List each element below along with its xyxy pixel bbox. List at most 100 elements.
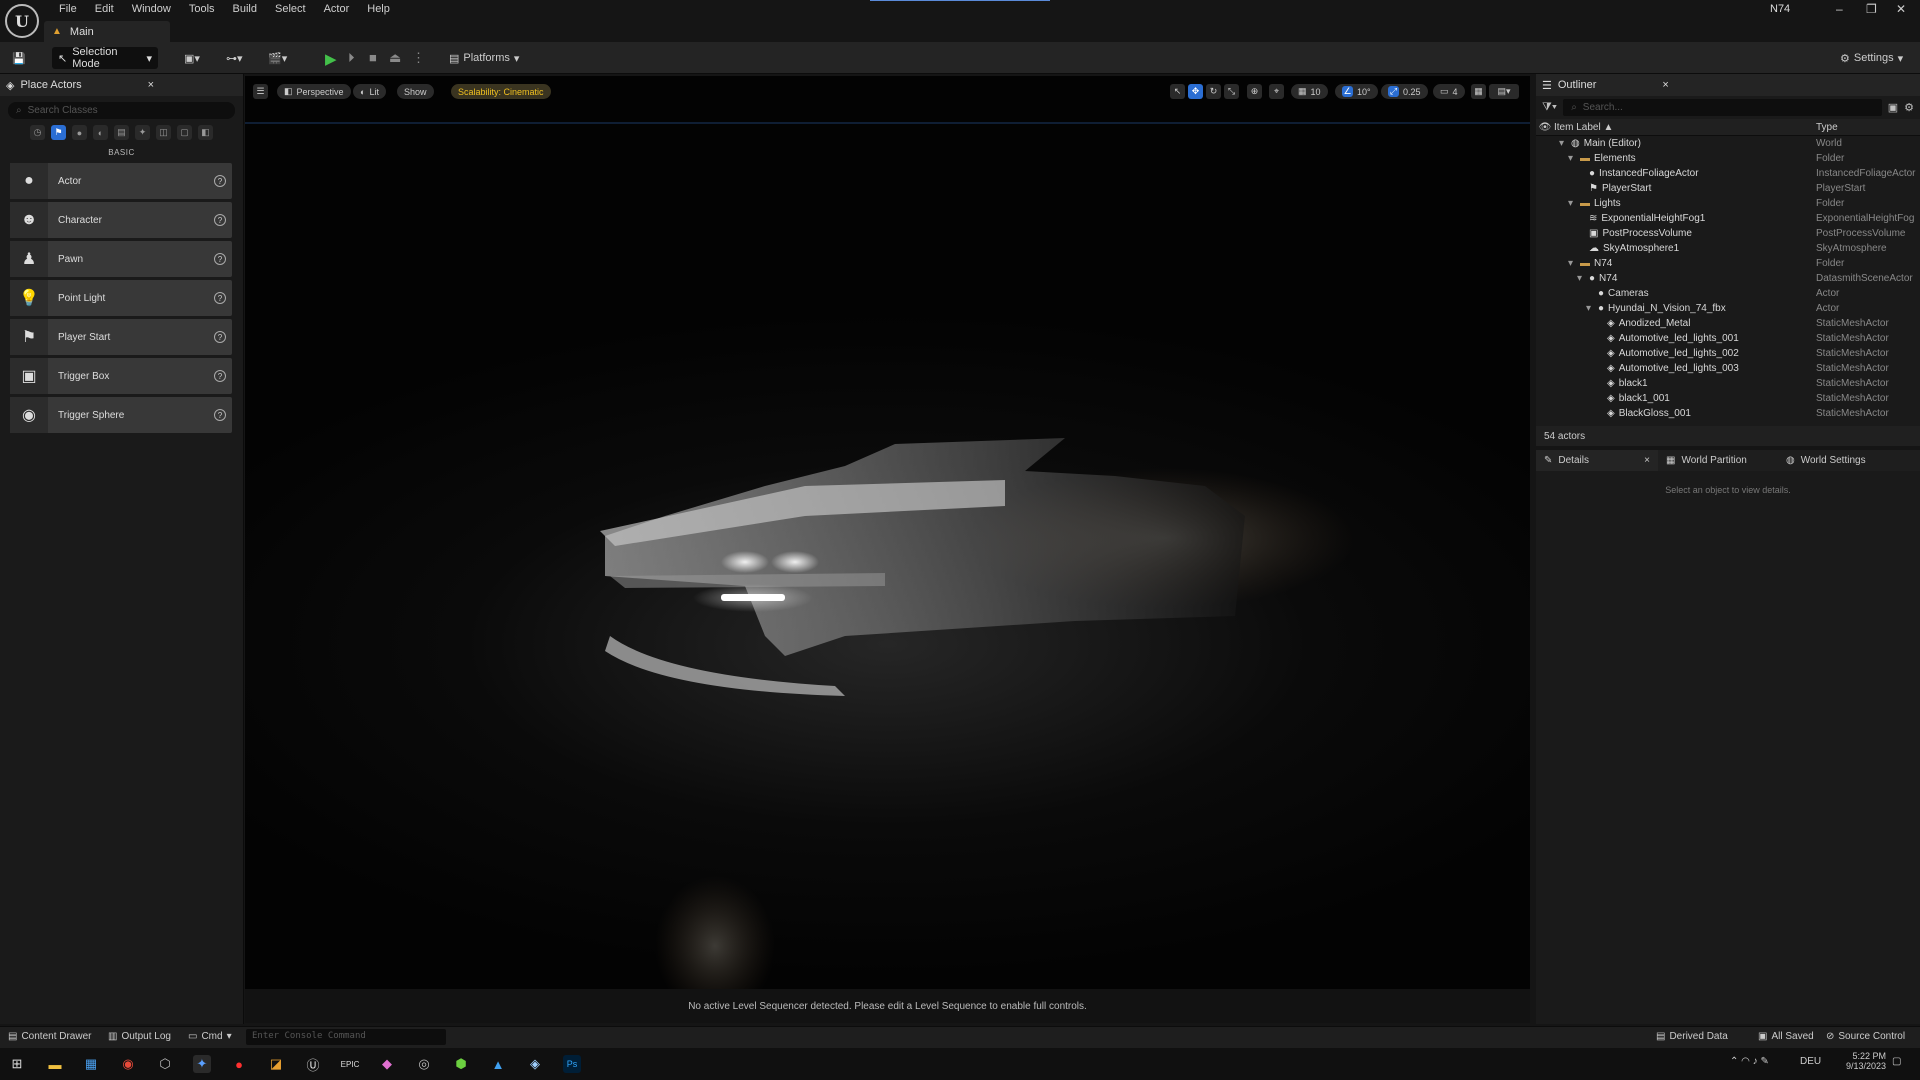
camera-speed-button[interactable]: ▭ 4 bbox=[1433, 84, 1465, 99]
selection-mode-dropdown[interactable]: ↖ Selection Mode ▾ bbox=[52, 46, 158, 70]
grid-snap-button[interactable]: ▦ 10 bbox=[1291, 84, 1328, 99]
minimize-button[interactable]: – bbox=[1836, 2, 1843, 16]
unreal-logo-icon[interactable]: U bbox=[5, 4, 39, 38]
tab-details[interactable]: ✎ Details × bbox=[1536, 450, 1658, 471]
menu-select[interactable]: Select bbox=[266, 2, 315, 16]
notification-icon[interactable]: ▢ bbox=[1892, 1056, 1901, 1067]
search-classes-input[interactable]: ⌕ Search Classes bbox=[8, 102, 235, 119]
outliner-row[interactable]: ● InstancedFoliageActor InstancedFoliageAc… bbox=[1536, 166, 1920, 181]
shapes-icon[interactable]: ◐ bbox=[93, 125, 108, 140]
expand-arrow-icon[interactable]: ▾ bbox=[1586, 303, 1594, 314]
help-icon[interactable]: ? bbox=[214, 292, 226, 304]
actor-item-pawn[interactable]: ♟ Pawn? bbox=[10, 241, 232, 277]
outliner-row[interactable]: ⚑ PlayerStart PlayerStart bbox=[1536, 181, 1920, 196]
scale-snap-button[interactable]: ⤢ 0.25 bbox=[1381, 84, 1428, 99]
menu-file[interactable]: File bbox=[50, 2, 86, 16]
layout-icon[interactable]: ▤▾ bbox=[1489, 84, 1519, 99]
lit-button[interactable]: ◐ Lit bbox=[353, 84, 386, 99]
menu-tools[interactable]: Tools bbox=[180, 2, 224, 16]
menu-window[interactable]: Window bbox=[123, 2, 180, 16]
help-icon[interactable]: ? bbox=[214, 253, 226, 265]
outliner-row[interactable]: ◈ Automotive_led_lights_003 StaticMeshActo… bbox=[1536, 361, 1920, 376]
epic-games-icon[interactable]: EPIC bbox=[341, 1055, 360, 1073]
outliner-row[interactable]: ● Cameras Actor bbox=[1536, 286, 1920, 301]
help-icon[interactable]: ? bbox=[214, 331, 226, 343]
source-control-button[interactable]: ⊘ Source Control bbox=[1826, 1031, 1905, 1042]
help-icon[interactable]: ? bbox=[214, 214, 226, 226]
settings-button[interactable]: ⚙ Settings ▾ bbox=[1840, 48, 1903, 68]
actor-item-player-start[interactable]: ⚑ Player Start? bbox=[10, 319, 232, 355]
scalability-badge[interactable]: Scalability: Cinematic bbox=[451, 84, 551, 99]
platforms-dropdown[interactable]: ▤ Platforms ▾ bbox=[449, 48, 519, 68]
menu-actor[interactable]: Actor bbox=[315, 2, 359, 16]
outliner-row[interactable]: ≋ ExponentialHeightFog1 ExponentialHeightF… bbox=[1536, 211, 1920, 226]
outliner-row[interactable]: ▾ ▬ Lights Folder bbox=[1536, 196, 1920, 211]
unity-icon[interactable]: ⬡ bbox=[156, 1055, 174, 1073]
all-saved-button[interactable]: ▣ All Saved bbox=[1758, 1031, 1814, 1042]
help-icon[interactable]: ? bbox=[214, 409, 226, 421]
editor-app-icon[interactable]: ◪ bbox=[267, 1055, 285, 1073]
tray-icons[interactable]: ⌃ ◠ ♪ ✎ bbox=[1730, 1056, 1769, 1067]
play-icon[interactable]: ▶ bbox=[325, 50, 337, 68]
close-icon[interactable]: × bbox=[1644, 455, 1650, 466]
actor-item-trigger-box[interactable]: ▣ Trigger Box? bbox=[10, 358, 232, 394]
render-app-icon[interactable]: ◈ bbox=[526, 1055, 544, 1073]
close-icon[interactable]: × bbox=[148, 79, 154, 91]
step-icon[interactable]: ⏵ bbox=[348, 50, 355, 66]
media-player-icon[interactable]: ● bbox=[230, 1055, 248, 1073]
eject-icon[interactable]: ⏏ bbox=[389, 50, 401, 66]
basic-icon[interactable]: ⚑ bbox=[51, 125, 66, 140]
chrome-icon[interactable]: ◉ bbox=[119, 1055, 137, 1073]
design-app-icon[interactable]: ◆ bbox=[378, 1055, 396, 1073]
maximize-button[interactable]: ❐ bbox=[1866, 2, 1877, 16]
select-tool-icon[interactable]: ↖ bbox=[1170, 84, 1185, 99]
geometry-icon[interactable]: ◫ bbox=[156, 125, 171, 140]
viewport-menu-icon[interactable]: ☰ bbox=[253, 84, 268, 99]
outliner-row[interactable]: ◈ Automotive_led_lights_001 StaticMeshActo… bbox=[1536, 331, 1920, 346]
translate-tool-icon[interactable]: ✥ bbox=[1188, 84, 1203, 99]
perspective-button[interactable]: ◧ Perspective bbox=[277, 84, 351, 99]
all-classes-icon[interactable]: ◧ bbox=[198, 125, 213, 140]
windows-start-icon[interactable]: ⊞ bbox=[8, 1055, 26, 1073]
add-actor-icon[interactable]: ▣▾ bbox=[184, 48, 200, 68]
obs-icon[interactable]: ◎ bbox=[415, 1055, 433, 1073]
nvidia-icon[interactable]: ⬢ bbox=[452, 1055, 470, 1073]
menu-help[interactable]: Help bbox=[358, 2, 399, 16]
unreal-taskbar-icon[interactable]: Ⓤ bbox=[304, 1055, 322, 1073]
outliner-search-input[interactable]: ⌕ Search... bbox=[1563, 99, 1882, 116]
language-indicator[interactable]: DEU bbox=[1800, 1056, 1821, 1067]
maximize-viewport-icon[interactable]: ▦ bbox=[1471, 84, 1486, 99]
tab-world-partition[interactable]: ▦ World Partition bbox=[1658, 450, 1778, 471]
volumes-icon[interactable]: ▢ bbox=[177, 125, 192, 140]
close-button[interactable]: ✕ bbox=[1896, 2, 1906, 16]
outliner-tab[interactable]: ☰ Outliner × bbox=[1536, 74, 1920, 96]
outliner-row[interactable]: ▾ ● N74 DatasmithSceneActor bbox=[1536, 271, 1920, 286]
outliner-row[interactable]: ◈ BlackGloss_001 StaticMeshActor bbox=[1536, 406, 1920, 421]
close-icon[interactable]: × bbox=[1662, 79, 1668, 91]
outliner-row[interactable]: ▣ PostProcessVolume PostProcessVolume bbox=[1536, 226, 1920, 241]
cmd-dropdown[interactable]: ▭ Cmd ▾ bbox=[188, 1031, 232, 1042]
surface-snap-icon[interactable]: ⌖ bbox=[1269, 84, 1284, 99]
actor-item-trigger-sphere[interactable]: ◉ Trigger Sphere? bbox=[10, 397, 232, 433]
outliner-row[interactable]: ◈ Anodized_Metal StaticMeshActor bbox=[1536, 316, 1920, 331]
gear-icon[interactable]: ⚙ bbox=[1904, 101, 1914, 114]
type-column[interactable]: Type bbox=[1816, 122, 1920, 133]
document-tab-main[interactable]: ▲ Main bbox=[44, 21, 170, 42]
world-space-icon[interactable]: ⊕ bbox=[1247, 84, 1262, 99]
outliner-row[interactable]: ▾ ▬ Elements Folder bbox=[1536, 151, 1920, 166]
outliner-row[interactable]: ◈ Automotive_led_lights_002 StaticMeshActo… bbox=[1536, 346, 1920, 361]
outliner-row[interactable]: ◈ black1_001 StaticMeshActor bbox=[1536, 391, 1920, 406]
rotate-tool-icon[interactable]: ↻ bbox=[1206, 84, 1221, 99]
recent-icon[interactable]: ◷ bbox=[30, 125, 45, 140]
file-explorer-icon[interactable]: ▬ bbox=[46, 1055, 64, 1073]
tab-world-settings[interactable]: ◍ World Settings bbox=[1778, 450, 1874, 471]
outliner-row[interactable]: ▾ ▬ N74 Folder bbox=[1536, 256, 1920, 271]
stop-icon[interactable]: ■ bbox=[369, 50, 377, 65]
outliner-row[interactable]: ▾ ◍ Main (Editor) World bbox=[1536, 136, 1920, 151]
output-log-button[interactable]: ▥ Output Log bbox=[108, 1031, 171, 1042]
clock[interactable]: 5:22 PM 9/13/2023 bbox=[1846, 1051, 1886, 1071]
store-icon[interactable]: ▦ bbox=[82, 1055, 100, 1073]
outliner-row[interactable]: ☁ SkyAtmosphere1 SkyAtmosphere bbox=[1536, 241, 1920, 256]
show-button[interactable]: Show bbox=[397, 84, 434, 99]
more-options-icon[interactable]: ⋮ bbox=[412, 50, 425, 66]
